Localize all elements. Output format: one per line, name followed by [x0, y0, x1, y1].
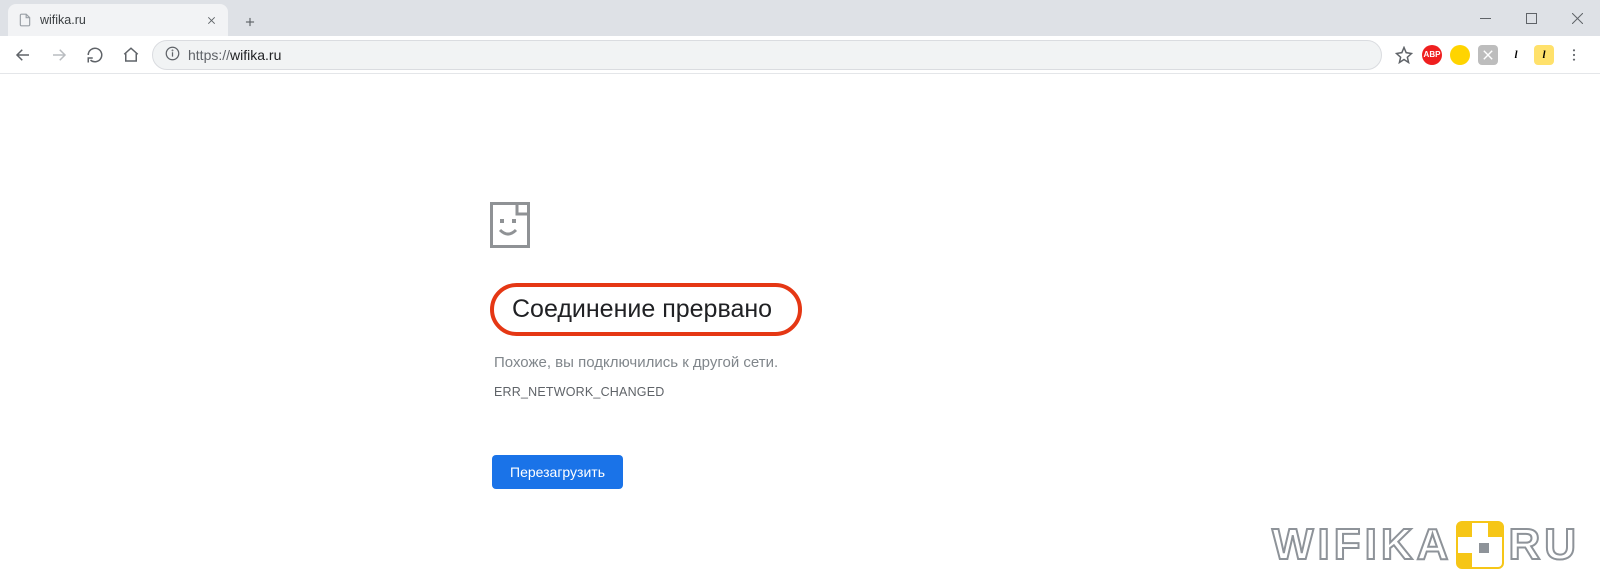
browser-menu-button[interactable] [1562, 40, 1586, 70]
error-title-highlight: Соединение прервано [490, 283, 802, 336]
tab-strip: wifika.ru [0, 0, 1600, 36]
site-info-icon[interactable] [165, 46, 180, 64]
error-code: ERR_NETWORK_CHANGED [494, 385, 1130, 399]
sad-file-icon [490, 202, 1130, 253]
home-button[interactable] [116, 40, 146, 70]
extension-l-icon-1[interactable]: l [1506, 45, 1526, 65]
reload-button[interactable] [80, 40, 110, 70]
url-host: wifika.ru [230, 47, 281, 63]
window-maximize-button[interactable] [1508, 0, 1554, 36]
browser-tab[interactable]: wifika.ru [8, 4, 228, 36]
watermark-logo: WIFIKA RU [1272, 520, 1580, 570]
tab-close-icon[interactable] [204, 13, 218, 27]
extensions-row: ABP l l [1388, 40, 1592, 70]
url-text: https://wifika.ru [188, 47, 281, 63]
watermark-part-2: RU [1508, 520, 1580, 570]
error-title: Соединение прервано [512, 295, 772, 324]
window-minimize-button[interactable] [1462, 0, 1508, 36]
extension-abp-icon[interactable]: ABP [1422, 45, 1442, 65]
forward-button[interactable] [44, 40, 74, 70]
watermark-part-1: WIFIKA [1272, 520, 1452, 570]
toolbar: https://wifika.ru ABP l l [0, 36, 1600, 74]
new-tab-button[interactable] [236, 8, 264, 36]
extension-grey-square-icon[interactable] [1478, 45, 1498, 65]
extension-yellow-circle-icon[interactable] [1450, 45, 1470, 65]
window-controls [1462, 0, 1600, 36]
url-scheme: https:// [188, 47, 230, 63]
page-content: Соединение прервано Похоже, вы подключил… [0, 74, 1600, 576]
reload-page-button[interactable]: Перезагрузить [492, 455, 623, 489]
bookmark-star-icon[interactable] [1394, 45, 1414, 65]
window-close-button[interactable] [1554, 0, 1600, 36]
error-subtitle: Похоже, вы подключились к другой сети. [494, 354, 1130, 371]
watermark-qr-icon [1456, 521, 1504, 569]
error-page: Соединение прервано Похоже, вы подключил… [490, 202, 1130, 489]
file-icon [18, 13, 32, 27]
address-bar[interactable]: https://wifika.ru [152, 40, 1382, 70]
back-button[interactable] [8, 40, 38, 70]
tab-title: wifika.ru [40, 13, 196, 27]
extension-l-icon-2[interactable]: l [1534, 45, 1554, 65]
